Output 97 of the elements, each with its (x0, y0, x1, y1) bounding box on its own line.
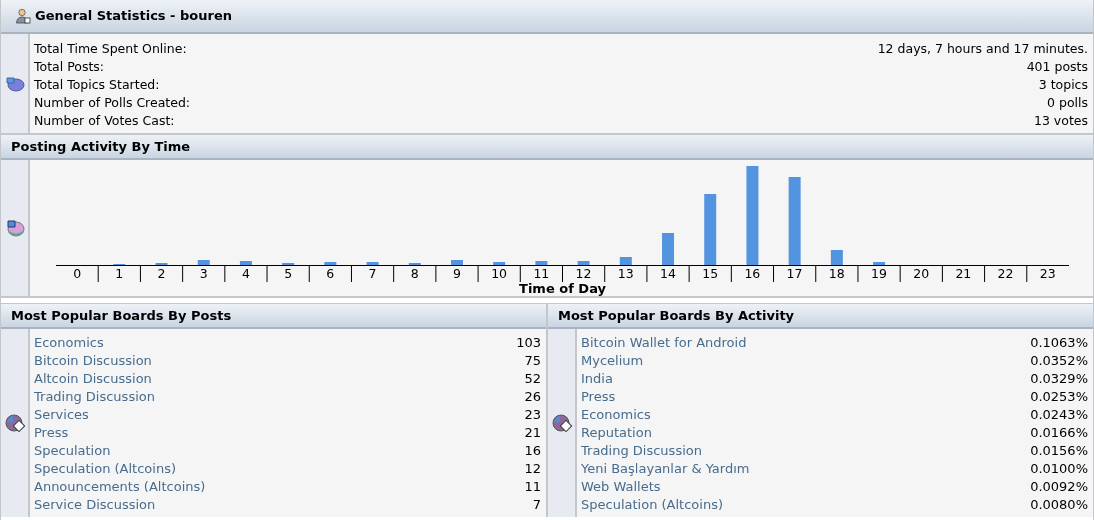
board-value: 12 (524, 460, 541, 479)
hour-label: 11 (533, 266, 550, 282)
hour-label: 14 (660, 266, 676, 282)
board-link[interactable]: India (581, 369, 613, 389)
activity-bar (451, 260, 463, 265)
board-link[interactable]: Speculation (Altcoins) (581, 495, 723, 515)
board-link[interactable]: Bitcoin Discussion (34, 351, 152, 371)
board-value: 21 (524, 424, 541, 443)
hour-label: 1 (115, 266, 124, 282)
hour-label: 2 (157, 266, 166, 282)
board-value: 0.0352% (1030, 352, 1088, 371)
board-link[interactable]: Press (581, 387, 616, 407)
board-link[interactable]: Service Discussion (34, 495, 156, 515)
section-title: General Statistics - bouren (35, 7, 233, 26)
activity-bar (873, 262, 886, 265)
activity-bar (197, 260, 210, 265)
activity-bar (324, 262, 337, 265)
board-link[interactable]: Economics (34, 333, 104, 353)
section-title: Most Popular Boards By Posts (11, 306, 232, 325)
board-value: 75 (524, 352, 541, 371)
activity-bar (366, 262, 379, 265)
activity-bar (619, 257, 632, 265)
board-value: 0.0243% (1030, 406, 1088, 425)
hour-label: 23 (1039, 266, 1056, 282)
board-value: 0.0253% (1030, 388, 1088, 407)
stat-label: Total Posts: (34, 57, 105, 76)
pie-chart-icon (550, 413, 573, 433)
activity-bar (239, 261, 252, 265)
board-value: 16 (524, 442, 541, 461)
pie-chart-icon (4, 219, 25, 237)
board-link[interactable]: Speculation (34, 441, 111, 461)
hour-label: 19 (871, 266, 887, 282)
activity-bar (830, 250, 843, 265)
board-value: 11 (524, 478, 541, 497)
stat-label: Number of Polls Created: (34, 93, 191, 112)
hour-label: 16 (744, 266, 761, 282)
board-value: 0.1063% (1030, 334, 1088, 353)
hour-label: 22 (997, 266, 1014, 282)
board-link[interactable]: Reputation (581, 423, 652, 443)
hour-label: 3 (199, 266, 208, 282)
activity-bar (535, 261, 548, 265)
stat-value: 0 polls (1047, 93, 1088, 112)
hour-label: 17 (786, 266, 803, 282)
hour-label: 4 (241, 266, 250, 282)
board-value: 0.0100% (1030, 460, 1088, 479)
hour-label: 21 (955, 266, 972, 282)
board-value: 0.0156% (1030, 442, 1088, 461)
board-link[interactable]: Yeni Başlayanlar & Yardım (581, 459, 750, 479)
board-link[interactable]: Trading Discussion (581, 441, 702, 461)
hour-label: 18 (828, 266, 845, 282)
hour-label: 5 (284, 266, 293, 282)
board-value: 52 (524, 370, 541, 389)
hour-label: 20 (913, 266, 930, 282)
board-link[interactable]: Speculation (Altcoins) (34, 459, 176, 479)
board-link[interactable]: Bitcoin Wallet for Android (581, 333, 747, 353)
user-icon (15, 8, 31, 24)
board-link[interactable]: Services (34, 405, 89, 425)
stat-label: Total Time Spent Online: (34, 39, 187, 58)
hour-label: 15 (702, 266, 719, 282)
board-link[interactable]: Altcoin Discussion (34, 369, 152, 389)
section-title: Posting Activity By Time (11, 137, 191, 156)
section-title: Most Popular Boards By Activity (558, 306, 795, 325)
pie-chart-icon (3, 413, 26, 433)
hour-label: 8 (410, 266, 419, 282)
board-value: 0.0166% (1030, 424, 1088, 443)
stat-value: 13 votes (1033, 111, 1088, 130)
hour-label: 10 (491, 266, 508, 282)
pie-chart-icon (4, 75, 25, 92)
board-value: 0.0329% (1030, 370, 1088, 389)
stat-value: 3 topics (1038, 75, 1088, 94)
board-link[interactable]: Web Wallets (581, 477, 661, 497)
hour-label: 0 (73, 266, 82, 282)
board-value: 103 (516, 334, 541, 353)
board-link[interactable]: Trading Discussion (34, 387, 155, 407)
activity-bar (493, 262, 506, 265)
board-value: 0.0080% (1030, 496, 1088, 515)
stat-label: Total Topics Started: (34, 75, 160, 94)
activity-bar (662, 233, 674, 265)
stat-value: 12 days, 7 hours and 17 minutes. (877, 39, 1088, 58)
board-link[interactable]: Press (34, 423, 69, 443)
hour-label: 12 (575, 266, 592, 282)
board-value: 0.0092% (1030, 478, 1088, 497)
activity-bar (704, 194, 717, 265)
board-link[interactable]: Mycelium (581, 351, 644, 371)
board-value: 23 (524, 406, 541, 425)
hour-label: 13 (617, 266, 634, 282)
board-link[interactable]: Economics (581, 405, 651, 425)
hour-label: 6 (326, 266, 335, 282)
board-value: 7 (532, 496, 541, 515)
stat-value: 401 posts (1026, 57, 1088, 76)
hour-label: 7 (368, 266, 377, 282)
axis-title: Time of Day (519, 281, 606, 297)
board-value: 26 (524, 388, 541, 407)
stat-label: Number of Votes Cast: (34, 111, 175, 130)
board-link[interactable]: Announcements (Altcoins) (34, 477, 206, 497)
activity-bar (577, 261, 590, 265)
hour-label: 9 (452, 266, 461, 282)
